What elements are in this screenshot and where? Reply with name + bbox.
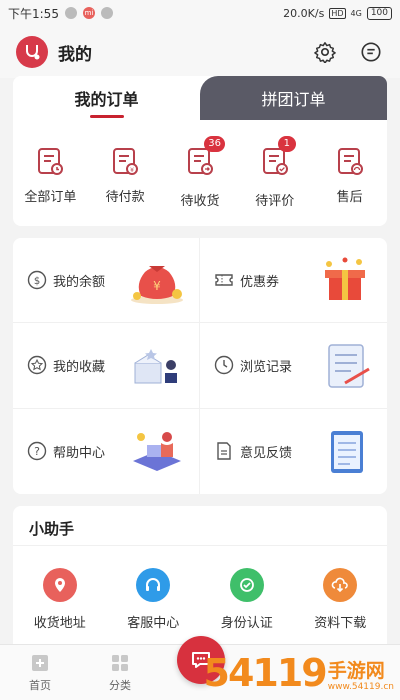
support-illustration — [133, 432, 181, 472]
helper-label: 收货地址 — [33, 616, 86, 631]
gear-icon — [314, 42, 336, 63]
helper-customer-service[interactable]: 客服中心 — [113, 568, 193, 631]
all-orders-icon — [38, 148, 64, 175]
order-label: 全部订单 — [24, 190, 77, 205]
service-label: 意见反馈 — [240, 445, 293, 461]
chat-icon — [361, 42, 381, 62]
star-icon — [27, 356, 47, 375]
tab-label: 我的订单 — [74, 90, 139, 109]
home-icon — [32, 655, 48, 671]
tab-label: 拼团订单 — [261, 90, 326, 109]
service-label: 浏览记录 — [240, 359, 293, 375]
headset-icon — [136, 568, 171, 602]
nav-label: 首页 — [29, 679, 51, 692]
order-label: 待收货 — [180, 194, 220, 209]
order-label: 待评价 — [255, 194, 295, 209]
svg-text:¥: ¥ — [130, 167, 134, 174]
helper-shipping-address[interactable]: 收货地址 — [20, 568, 100, 631]
battery-indicator: 100 — [366, 6, 392, 20]
money-bag-illustration: ¥ — [131, 266, 183, 305]
order-pending-receipt[interactable]: 36 待收货 — [165, 136, 235, 209]
order-label: 待付款 — [105, 190, 145, 205]
helper-downloads[interactable]: 资料下载 — [300, 568, 380, 631]
order-pending-payment[interactable]: ¥ 待付款 — [90, 146, 160, 209]
nav-category[interactable]: 分类 — [80, 652, 160, 693]
badge-count: 36 — [204, 136, 225, 152]
service-feedback[interactable]: 意见反馈 — [200, 409, 387, 494]
watermark-number: 54119 — [203, 651, 328, 695]
status-bar: 下午1:55 mi 20.0K/s HD 4G 100 — [0, 0, 400, 26]
helper-label: 资料下载 — [314, 616, 367, 631]
network-speed: 20.0K/s — [283, 6, 325, 20]
svg-text:$: $ — [34, 276, 40, 287]
gift-box-illustration — [325, 257, 365, 301]
tab-my-orders[interactable]: 我的订单 — [13, 76, 200, 120]
order-after-sales[interactable]: 售后 — [315, 146, 385, 209]
grid-icon — [112, 655, 128, 671]
location-pin-icon — [42, 568, 77, 602]
service-label: 优惠券 — [240, 274, 280, 290]
order-pending-review[interactable]: 1 待评价 — [240, 136, 310, 209]
helper-title: 小助手 — [13, 506, 387, 546]
download-cloud-icon — [323, 568, 358, 602]
helper-card: 小助手 收货地址 客服中心 身份认证 资料下载 — [13, 506, 387, 656]
watermark-site-name: 手游网 — [327, 660, 385, 682]
service-label: 我的余额 — [53, 274, 106, 290]
order-card: 我的订单 拼团订单 全部订单 ¥ 待付款 36 待收货 1 待评价 售后 — [13, 76, 387, 226]
order-label: 售后 — [336, 190, 363, 205]
services-card: $ 我的余额 ¥ 优惠券 我的收藏 浏览记录 ? 帮助中心 意见反馈 — [13, 238, 387, 494]
service-coupons[interactable]: 优惠券 — [200, 238, 387, 324]
balance-icon: $ — [27, 270, 47, 290]
status-time: 下午1:55 — [8, 6, 59, 21]
svg-text:?: ? — [34, 445, 40, 458]
service-label: 帮助中心 — [53, 445, 106, 461]
help-icon: ? — [27, 442, 47, 461]
signal-indicator: 4G — [350, 8, 362, 18]
after-sales-icon — [337, 148, 363, 175]
settings-button[interactable] — [312, 39, 338, 65]
avatar[interactable] — [16, 36, 48, 68]
notification-dot-icon — [100, 7, 113, 19]
pending-payment-icon: ¥ — [113, 148, 139, 175]
badge-count: 1 — [277, 136, 296, 152]
service-balance[interactable]: $ 我的余额 ¥ — [13, 238, 200, 324]
header: 我的 — [0, 26, 400, 78]
messages-button[interactable] — [358, 39, 384, 65]
helper-identity-verification[interactable]: 身份认证 — [207, 568, 287, 631]
helper-label: 客服中心 — [127, 616, 180, 631]
helper-label: 身份认证 — [220, 616, 273, 631]
coupon-icon — [215, 274, 233, 286]
nav-home[interactable]: 首页 — [0, 652, 80, 693]
service-history[interactable]: 浏览记录 — [200, 323, 387, 409]
hd-indicator: HD — [329, 7, 346, 19]
service-favorites[interactable]: 我的收藏 — [13, 323, 200, 409]
tab-group-orders[interactable]: 拼团订单 — [200, 76, 387, 120]
check-shield-icon — [229, 568, 264, 602]
service-label: 我的收藏 — [53, 359, 106, 375]
notification-dot-icon — [64, 7, 77, 19]
watermark-url: www.54119.cn — [327, 682, 394, 692]
page-title: 我的 — [58, 44, 92, 65]
clipboard-illustration — [328, 344, 370, 389]
service-help-center[interactable]: ? 帮助中心 — [13, 408, 200, 494]
svg-text:¥: ¥ — [153, 279, 161, 293]
notepad-illustration — [331, 431, 363, 474]
history-icon — [214, 356, 234, 375]
feedback-icon — [217, 442, 231, 461]
tab-underline — [89, 115, 124, 118]
site-watermark: 54119 手游网 www.54119.cn — [204, 654, 394, 692]
collection-illustration — [134, 349, 177, 384]
stethoscope-icon — [26, 45, 40, 60]
nav-label: 分类 — [109, 679, 131, 692]
order-all[interactable]: 全部订单 — [15, 146, 85, 209]
app-notification-icon: mi — [82, 7, 95, 19]
